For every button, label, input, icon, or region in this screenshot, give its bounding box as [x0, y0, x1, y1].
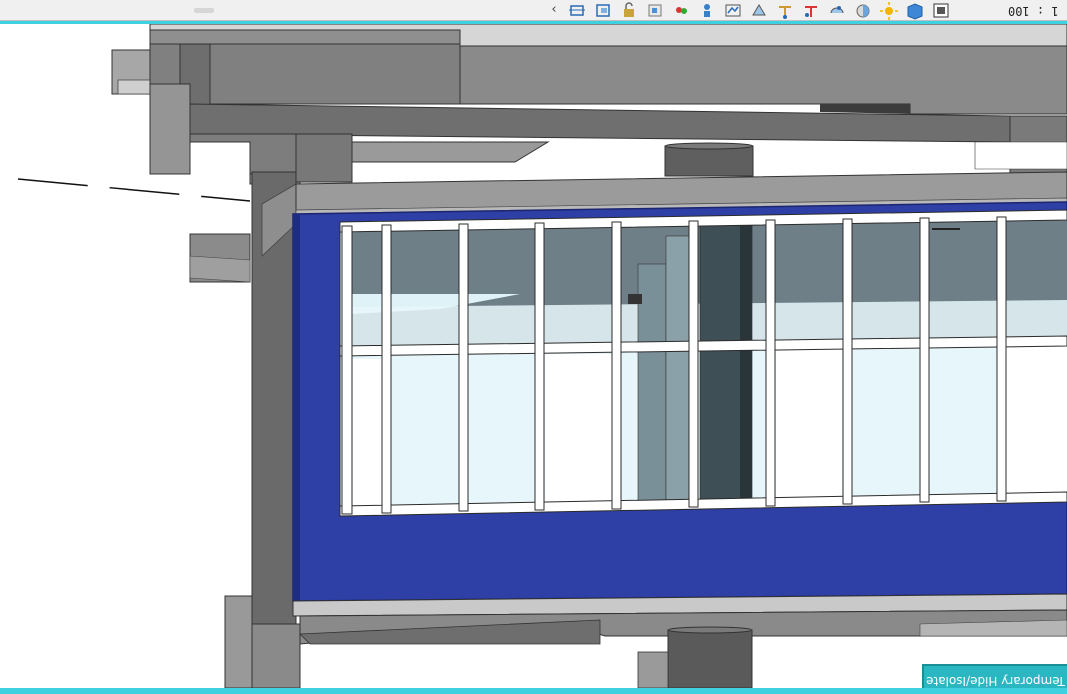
analytical-model-icon[interactable]	[801, 1, 821, 20]
curtain-wall-glazing	[339, 213, 1067, 517]
reveal-hidden-icon[interactable]	[671, 1, 691, 20]
bar-grip[interactable]	[194, 8, 214, 13]
chevron-left-icon[interactable]: ‹	[548, 1, 560, 19]
visual-style-icon[interactable]	[905, 1, 925, 20]
render-icon[interactable]	[827, 1, 847, 20]
shadows-icon[interactable]	[853, 1, 873, 20]
sun-path-icon[interactable]	[879, 1, 899, 20]
show-crop-icon[interactable]	[593, 1, 613, 20]
crop-region-icon[interactable]	[567, 1, 587, 20]
temporary-hide-icon[interactable]	[645, 1, 665, 20]
worksharing-icon[interactable]	[723, 1, 743, 20]
viewport-border-bottom	[0, 688, 1067, 694]
3d-model-viewport[interactable]	[0, 24, 1067, 688]
highlight-displacement-icon[interactable]	[749, 1, 769, 20]
reveal-constraints-icon[interactable]	[775, 1, 795, 20]
detail-level-icon[interactable]	[931, 1, 951, 20]
round-column-top	[664, 142, 754, 177]
view-scale-label[interactable]: 1 : 100	[1008, 2, 1059, 19]
unlock-view-icon[interactable]	[619, 1, 639, 20]
temporary-hide-isolate-banner: Temporary Hide/Isolate	[922, 664, 1067, 688]
temporary-properties-icon[interactable]	[697, 1, 717, 20]
view-control-bar: ‹ 1 : 100	[0, 0, 1067, 21]
revit-3d-view-window: ‹ 1 : 100 Temporary Hide/Isolate	[0, 0, 1067, 694]
banner-label: Temporary Hide/Isolate	[926, 674, 1065, 688]
